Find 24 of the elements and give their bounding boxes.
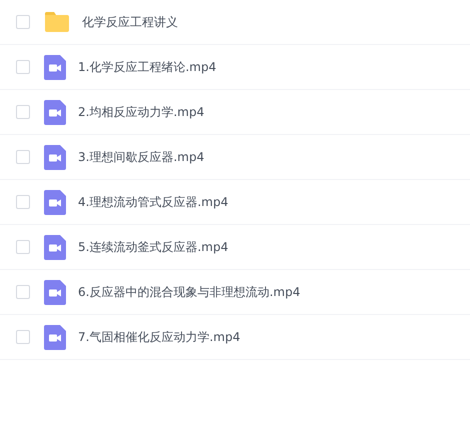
checkbox[interactable] [16, 240, 30, 254]
file-name[interactable]: 3.理想间歇反应器.mp4 [78, 148, 204, 166]
video-file-icon [44, 280, 66, 304]
checkbox[interactable] [16, 195, 30, 209]
checkbox[interactable] [16, 330, 30, 344]
file-name[interactable]: 5.连续流动釜式反应器.mp4 [78, 238, 228, 256]
video-file-icon [44, 324, 66, 350]
file-name[interactable]: 7.气固相催化反应动力学.mp4 [78, 328, 240, 346]
video-file-icon [44, 234, 66, 260]
file-name[interactable]: 4.理想流动管式反应器.mp4 [78, 194, 228, 210]
video-file-icon [44, 100, 66, 124]
file-name[interactable]: 2.均相反应动力学.mp4 [78, 104, 204, 120]
video-file-icon [44, 190, 66, 214]
file-name[interactable]: 1.化学反应工程绪论.mp4 [78, 58, 216, 76]
checkbox[interactable] [16, 150, 30, 164]
checkbox[interactable] [16, 105, 30, 119]
checkbox[interactable] [16, 60, 30, 74]
video-file-icon [44, 54, 66, 80]
checkbox[interactable] [16, 15, 30, 29]
video-file-icon [44, 144, 66, 170]
file-name[interactable]: 6.反应器中的混合现象与非理想流动.mp4 [78, 284, 300, 300]
checkbox[interactable] [16, 285, 30, 299]
folder-icon [44, 11, 70, 33]
folder-name[interactable]: 化学反应工程讲义 [82, 14, 178, 30]
